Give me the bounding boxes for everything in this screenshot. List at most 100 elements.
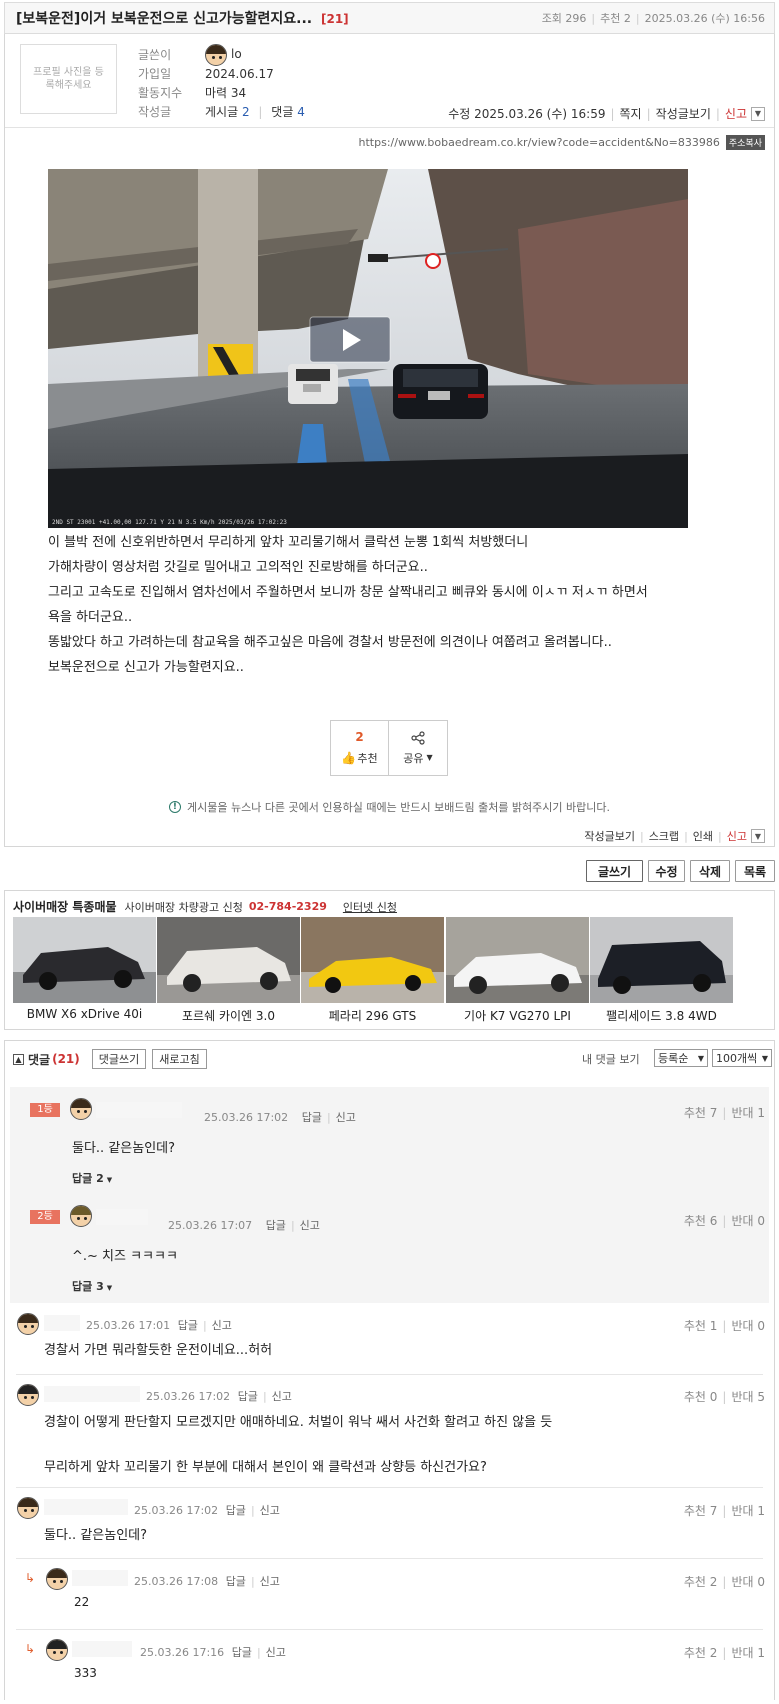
internet-apply-link[interactable]: 인터넷 신청 <box>343 899 397 915</box>
reply-link[interactable]: 답글 <box>232 1646 252 1659</box>
reply-link[interactable]: 답글 <box>302 1111 322 1124</box>
reply-link[interactable]: 답글 <box>178 1319 198 1332</box>
upvote-button[interactable]: 추천 2 <box>684 1646 718 1660</box>
car-name[interactable]: 페라리 296 GTS <box>301 1007 444 1024</box>
post-comment-count[interactable]: [21] <box>321 12 349 26</box>
comment-votes: 추천 2 | 반대 0 <box>683 1575 765 1589</box>
reply-link[interactable]: 답글 <box>226 1504 246 1517</box>
car-name[interactable]: 팰리세이드 3.8 4WD <box>590 1007 733 1024</box>
per-page-select[interactable]: 100개씩 ▼ <box>712 1049 772 1067</box>
comment-text: 경찰이 어떻게 판단할지 모르겠지만 애매하네요. 처벌이 워낙 쌔서 사건화 … <box>44 1415 553 1430</box>
refresh-button[interactable]: 새로고침 <box>152 1049 207 1069</box>
downvote-button[interactable]: 반대 0 <box>731 1214 765 1228</box>
user-avatar-icon <box>70 1205 92 1227</box>
upvote-button[interactable]: 추천 7 <box>684 1106 718 1120</box>
comment-divider <box>16 1629 763 1630</box>
downvote-button[interactable]: 반대 5 <box>731 1390 765 1404</box>
comment-date: 25.03.26 17:01 <box>86 1319 171 1332</box>
username-masked[interactable] <box>96 1102 182 1118</box>
recommend-label: 추천 <box>357 752 378 765</box>
reply-link[interactable]: 답글 <box>266 1219 286 1232</box>
comment-votes: 추천 7 | 반대 1 <box>683 1106 765 1120</box>
author-name[interactable]: lo <box>231 45 242 64</box>
view-posts-link[interactable]: 작성글보기 <box>584 828 635 844</box>
report-comment-link[interactable]: 신고 <box>336 1111 356 1124</box>
sort-select[interactable]: 등록순 ▼ <box>654 1049 708 1067</box>
report-comment-link[interactable]: 신고 <box>260 1504 280 1517</box>
downvote-button[interactable]: 반대 0 <box>731 1575 765 1589</box>
upvote-button[interactable]: 추천 1 <box>684 1319 718 1333</box>
comment-date: 25.03.26 17:08 <box>134 1575 219 1588</box>
downvote-button[interactable]: 반대 1 <box>731 1106 765 1120</box>
print-link[interactable]: 인쇄 <box>693 828 713 844</box>
author-comments-count[interactable]: 4 <box>297 105 305 119</box>
report-comment-link[interactable]: 신고 <box>266 1646 286 1659</box>
downvote-button[interactable]: 반대 0 <box>731 1319 765 1333</box>
report-comment-link[interactable]: 신고 <box>272 1390 292 1403</box>
video-player[interactable]: 2ND ST 23001 +41.00,00 127.71 Y 21 N 3.5… <box>48 169 688 528</box>
report-comment-link[interactable]: 신고 <box>212 1319 232 1332</box>
message-link[interactable]: 쪽지 <box>620 105 642 122</box>
car-thumbnail[interactable] <box>157 917 300 1003</box>
username-masked[interactable] <box>96 1209 148 1225</box>
comment-text: ^.~ 치즈 ㅋㅋㅋㅋ <box>72 1249 178 1264</box>
comment-text: 둘다.. 같은놈인데? <box>44 1528 148 1543</box>
footer-report-dropdown-icon[interactable]: ▼ <box>751 829 765 843</box>
recommend-button[interactable]: 2 👍 추천 <box>330 720 389 776</box>
upvote-button[interactable]: 추천 6 <box>684 1214 718 1228</box>
replies-toggle[interactable]: 답글 3 ▼ <box>72 1278 112 1294</box>
car-name[interactable]: 포르쉐 카이엔 3.0 <box>157 1007 300 1024</box>
view-author-posts-link[interactable]: 작성글보기 <box>656 105 711 122</box>
author-labels: 글쓴이 가입일 활동지수 작성글 <box>138 46 182 122</box>
replies-toggle[interactable]: 답글 2 ▼ <box>72 1170 112 1186</box>
user-avatar-icon <box>17 1497 39 1519</box>
car-thumbnail[interactable] <box>446 917 589 1003</box>
comment-votes: 추천 1 | 반대 0 <box>683 1319 765 1333</box>
comment-text: 경찰서 가면 뭐라할듯한 운전이네요...허허 <box>44 1343 273 1358</box>
dashcam-frame <box>48 169 688 528</box>
car-name[interactable]: 기아 K7 VG270 LPI <box>446 1007 589 1024</box>
report-comment-link[interactable]: 신고 <box>300 1219 320 1232</box>
username-masked[interactable] <box>72 1641 132 1657</box>
author-posts-count[interactable]: 2 <box>242 105 250 119</box>
report-comment-link[interactable]: 신고 <box>260 1575 280 1588</box>
comment-meta: 25.03.26 17:02 답글 | 신고 <box>146 1390 292 1403</box>
share-button[interactable]: 공유 ▼ <box>388 720 448 776</box>
report-dropdown-icon[interactable]: ▼ <box>751 106 765 121</box>
comment-votes: 추천 7 | 반대 1 <box>683 1504 765 1518</box>
edit-button[interactable]: 수정 <box>648 860 685 882</box>
comment-date: 25.03.26 17:02 <box>146 1390 231 1403</box>
cyber-store-header: 사이버매장 특종매물 사이버매장 차량광고 신청 02-784-2329 인터넷… <box>13 898 397 915</box>
comment-meta: 25.03.26 17:01 답글 | 신고 <box>86 1319 232 1332</box>
collapse-icon[interactable]: ▲ <box>13 1053 24 1065</box>
username-masked[interactable] <box>44 1386 140 1402</box>
car-thumbnail[interactable] <box>301 917 444 1003</box>
downvote-button[interactable]: 반대 1 <box>731 1646 765 1660</box>
user-avatar-icon <box>17 1384 39 1406</box>
upvote-button[interactable]: 추천 7 <box>684 1504 718 1518</box>
footer-report-link[interactable]: 신고 <box>727 828 747 844</box>
username-masked[interactable] <box>44 1315 80 1331</box>
upvote-button[interactable]: 추천 0 <box>684 1390 718 1404</box>
list-button[interactable]: 목록 <box>735 860 775 882</box>
reply-arrow-icon: ↳ <box>25 1642 36 1656</box>
downvote-button[interactable]: 반대 1 <box>731 1504 765 1518</box>
write-comment-button[interactable]: 댓글쓰기 <box>91 1049 147 1069</box>
reply-link[interactable]: 답글 <box>238 1390 258 1403</box>
comment-meta: 25.03.26 17:16 답글 | 신고 <box>140 1646 286 1659</box>
write-button[interactable]: 글쓰기 <box>586 860 643 882</box>
comment-meta: 25.03.26 17:08 답글 | 신고 <box>134 1575 280 1588</box>
copy-url-button[interactable]: 주소복사 <box>725 135 765 150</box>
upvote-button[interactable]: 추천 2 <box>684 1575 718 1589</box>
delete-button[interactable]: 삭제 <box>690 860 730 882</box>
my-comments-link[interactable]: 내 댓글 보기 <box>582 1051 640 1067</box>
car-thumbnail[interactable] <box>13 917 156 1003</box>
username-masked[interactable] <box>44 1499 128 1515</box>
scrap-link[interactable]: 스크랩 <box>649 828 679 844</box>
reply-link[interactable]: 답글 <box>226 1575 246 1588</box>
username-masked[interactable] <box>72 1570 128 1586</box>
car-thumbnail[interactable] <box>590 917 733 1003</box>
car-name[interactable]: BMW X6 xDrive 40i <box>13 1007 156 1021</box>
cyber-store-phone: 02-784-2329 <box>248 900 327 913</box>
report-link[interactable]: 신고 <box>725 105 747 122</box>
